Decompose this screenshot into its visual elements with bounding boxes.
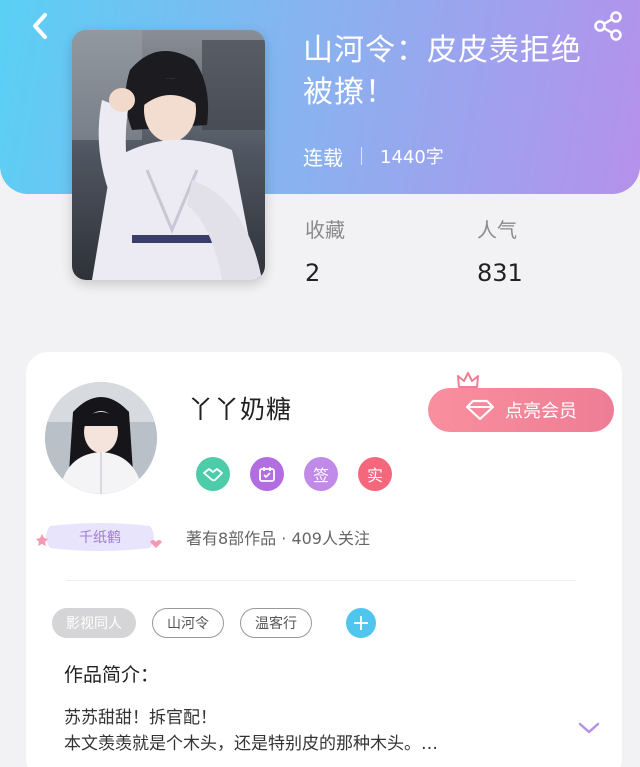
activate-vip-button[interactable]: 点亮会员 bbox=[428, 388, 614, 432]
calendar-badge-icon[interactable] bbox=[250, 457, 284, 491]
author-card: 丫丫奶糖 点亮会员 签 实 千纸鹤 著有8部作品 · 409人关注 影视同人 山… bbox=[26, 352, 622, 767]
popularity-stat: 人气 831 bbox=[477, 214, 523, 287]
vip-button-label: 点亮会员 bbox=[505, 401, 577, 422]
author-name[interactable]: 丫丫奶糖 bbox=[188, 390, 292, 426]
intro-line: 本文羡羡就是个木头，还是特别皮的那种木头。… bbox=[64, 734, 438, 754]
tag-list: 影视同人 山河令 温客行 + bbox=[52, 608, 376, 638]
book-cover-image[interactable] bbox=[72, 30, 265, 280]
serial-status: 连载 bbox=[303, 145, 343, 170]
favorites-label: 收藏 bbox=[305, 218, 345, 242]
favorites-count: 2 bbox=[305, 259, 321, 287]
works-summary: 著有8部作品 · 409人关注 bbox=[186, 529, 370, 548]
cover-illustration bbox=[72, 30, 265, 280]
avatar-illustration bbox=[45, 382, 157, 494]
tag-item[interactable]: 山河令 bbox=[152, 608, 224, 638]
author-badges: 签 实 bbox=[196, 457, 412, 491]
expand-intro-button[interactable] bbox=[578, 720, 600, 739]
chevron-down-icon bbox=[578, 722, 600, 734]
sign-badge[interactable]: 签 bbox=[304, 457, 338, 491]
card-divider bbox=[66, 580, 576, 581]
add-tag-button[interactable]: + bbox=[346, 608, 376, 638]
tag-item[interactable]: 温客行 bbox=[240, 608, 312, 638]
popularity-label: 人气 bbox=[477, 218, 517, 242]
popularity-count: 831 bbox=[477, 259, 523, 287]
meta-divider bbox=[361, 147, 362, 165]
verified-badge[interactable]: 实 bbox=[358, 457, 392, 491]
intro-text: 苏苏甜甜！拆官配！ 本文羡羡就是个木头，还是特别皮的那种木头。… bbox=[64, 705, 554, 757]
book-title: 山河令：皮皮羡拒绝被撩！ bbox=[303, 33, 582, 110]
chevron-left-icon bbox=[33, 13, 47, 39]
word-count: 1440字 bbox=[380, 147, 444, 168]
diamond-icon bbox=[465, 399, 495, 421]
author-avatar[interactable] bbox=[45, 382, 157, 494]
back-button[interactable] bbox=[22, 8, 58, 44]
intro-heading: 作品简介： bbox=[64, 664, 160, 686]
tag-category[interactable]: 影视同人 bbox=[52, 608, 136, 638]
book-meta: 连载 1440字 bbox=[303, 142, 444, 170]
intro-line: 苏苏甜甜！拆官配！ bbox=[64, 708, 217, 728]
handshake-badge-icon[interactable] bbox=[196, 457, 230, 491]
level-badge-label: 千纸鹤 bbox=[79, 530, 121, 546]
level-badge[interactable]: 千纸鹤 bbox=[36, 520, 164, 554]
favorites-stat: 收藏 2 bbox=[305, 214, 345, 287]
